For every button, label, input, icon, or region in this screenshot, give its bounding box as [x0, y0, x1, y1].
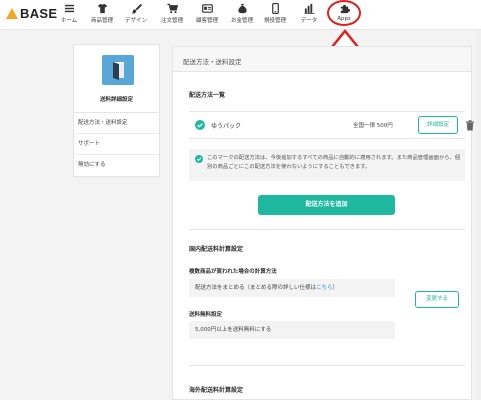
tshirt-icon [84, 3, 120, 14]
nav-money[interactable]: お金管理 [224, 3, 260, 24]
shipping-app-icon [102, 55, 134, 85]
nav-data[interactable]: データ [291, 3, 327, 24]
brush-icon [118, 3, 154, 14]
nav-orders[interactable]: 注文管理 [154, 3, 190, 24]
cart-icon [154, 3, 190, 14]
change-button[interactable]: 変更する [415, 291, 459, 308]
section-divider [189, 229, 465, 230]
main-panel: 配送方法・送料設定 配送方法一覧 ゆうパック 全国一律 500円 詳細設定 この… [172, 46, 474, 400]
multi-item-calc-label: 複数商品が買われた場合の計算方法 [189, 269, 277, 275]
details-link[interactable]: こちら [316, 285, 333, 291]
free-shipping-value: 5,000円以上を送料無料にする [189, 321, 395, 339]
check-circle-icon [195, 120, 205, 130]
multi-item-calc-value: 配送方法をまとめる（まとめる際の詳しい仕様はこちら） [189, 279, 395, 297]
nav-terms[interactable]: 規役管理 [257, 3, 293, 24]
top-nav-bar: BASE ホーム 商品管理 デザイン 注文管理 顧客管理 お金管理 規役管理 デ… [0, 0, 481, 30]
money-bag-icon [224, 3, 260, 14]
base-logo-icon [6, 8, 18, 19]
domestic-calc-heading: 国内配送料計算設定 [189, 246, 244, 253]
check-circle-icon [195, 155, 203, 163]
menu-lines-icon [51, 3, 87, 14]
base-logo[interactable]: BASE [6, 6, 57, 21]
shipping-method-price: 全国一律 500円 [353, 123, 393, 129]
sidebar-item-shipping-settings[interactable]: 配送方法・送料設定 [74, 113, 159, 134]
trash-icon[interactable] [465, 120, 475, 131]
shipping-method-row: ゆうパック 全国一律 500円 詳細設定 [189, 111, 474, 139]
section-divider [189, 365, 465, 366]
nav-customers[interactable]: 顧客管理 [189, 3, 225, 24]
sidebar-title: 送料詳細設定 [99, 97, 133, 103]
shipping-method-name: ゆうパック [211, 123, 242, 130]
nav-design[interactable]: デザイン [118, 3, 154, 24]
multi-item-calc-text: 配送方法をまとめる（まとめる際の詳しい仕様は [195, 285, 317, 291]
panel-header: 配送方法・送料設定 [173, 47, 471, 72]
nav-label: デザイン [124, 18, 147, 24]
nav-home[interactable]: ホーム [51, 3, 87, 24]
international-calc-heading: 海外配送料計算設定 [189, 387, 244, 394]
id-card-icon [189, 3, 225, 14]
nav-label: 顧客管理 [195, 18, 218, 24]
page-title: 配送方法・送料設定 [183, 58, 242, 66]
nav-products[interactable]: 商品管理 [84, 3, 120, 24]
nav-label: お金管理 [230, 18, 253, 24]
notice-text: このマークの配送方法は、今後追加するすべての商品に自動的に適用されます。また商品… [207, 155, 461, 170]
sidebar-header: 送料詳細設定 [74, 45, 159, 113]
add-shipping-method-button[interactable]: 配送方法を追加 [258, 195, 395, 215]
page-scrollbar[interactable] [476, 30, 481, 400]
nav-label: データ [300, 18, 318, 24]
detail-settings-button[interactable]: 詳細設定 [418, 116, 458, 134]
annotation-circle [327, 0, 361, 26]
nav-label: 商品管理 [90, 18, 113, 24]
app-sidebar: 送料詳細設定 配送方法・送料設定 サポート 無効にする [73, 44, 160, 177]
free-shipping-label: 送料無料設定 [189, 312, 223, 318]
sidebar-item-support[interactable]: サポート [74, 134, 159, 155]
bar-chart-icon [291, 3, 327, 14]
phone-icon [257, 3, 293, 14]
nav-label: ホーム [60, 18, 78, 24]
shipping-list-heading: 配送方法一覧 [189, 92, 226, 99]
nav-label: 規役管理 [263, 18, 286, 24]
auto-apply-notice: このマークの配送方法は、今後追加するすべての商品に自動的に適用されます。また商品… [189, 149, 465, 181]
sidebar-item-disable[interactable]: 無効にする [74, 155, 159, 176]
multi-item-calc-text-end: ） [332, 285, 339, 291]
nav-label: 注文管理 [160, 18, 183, 24]
